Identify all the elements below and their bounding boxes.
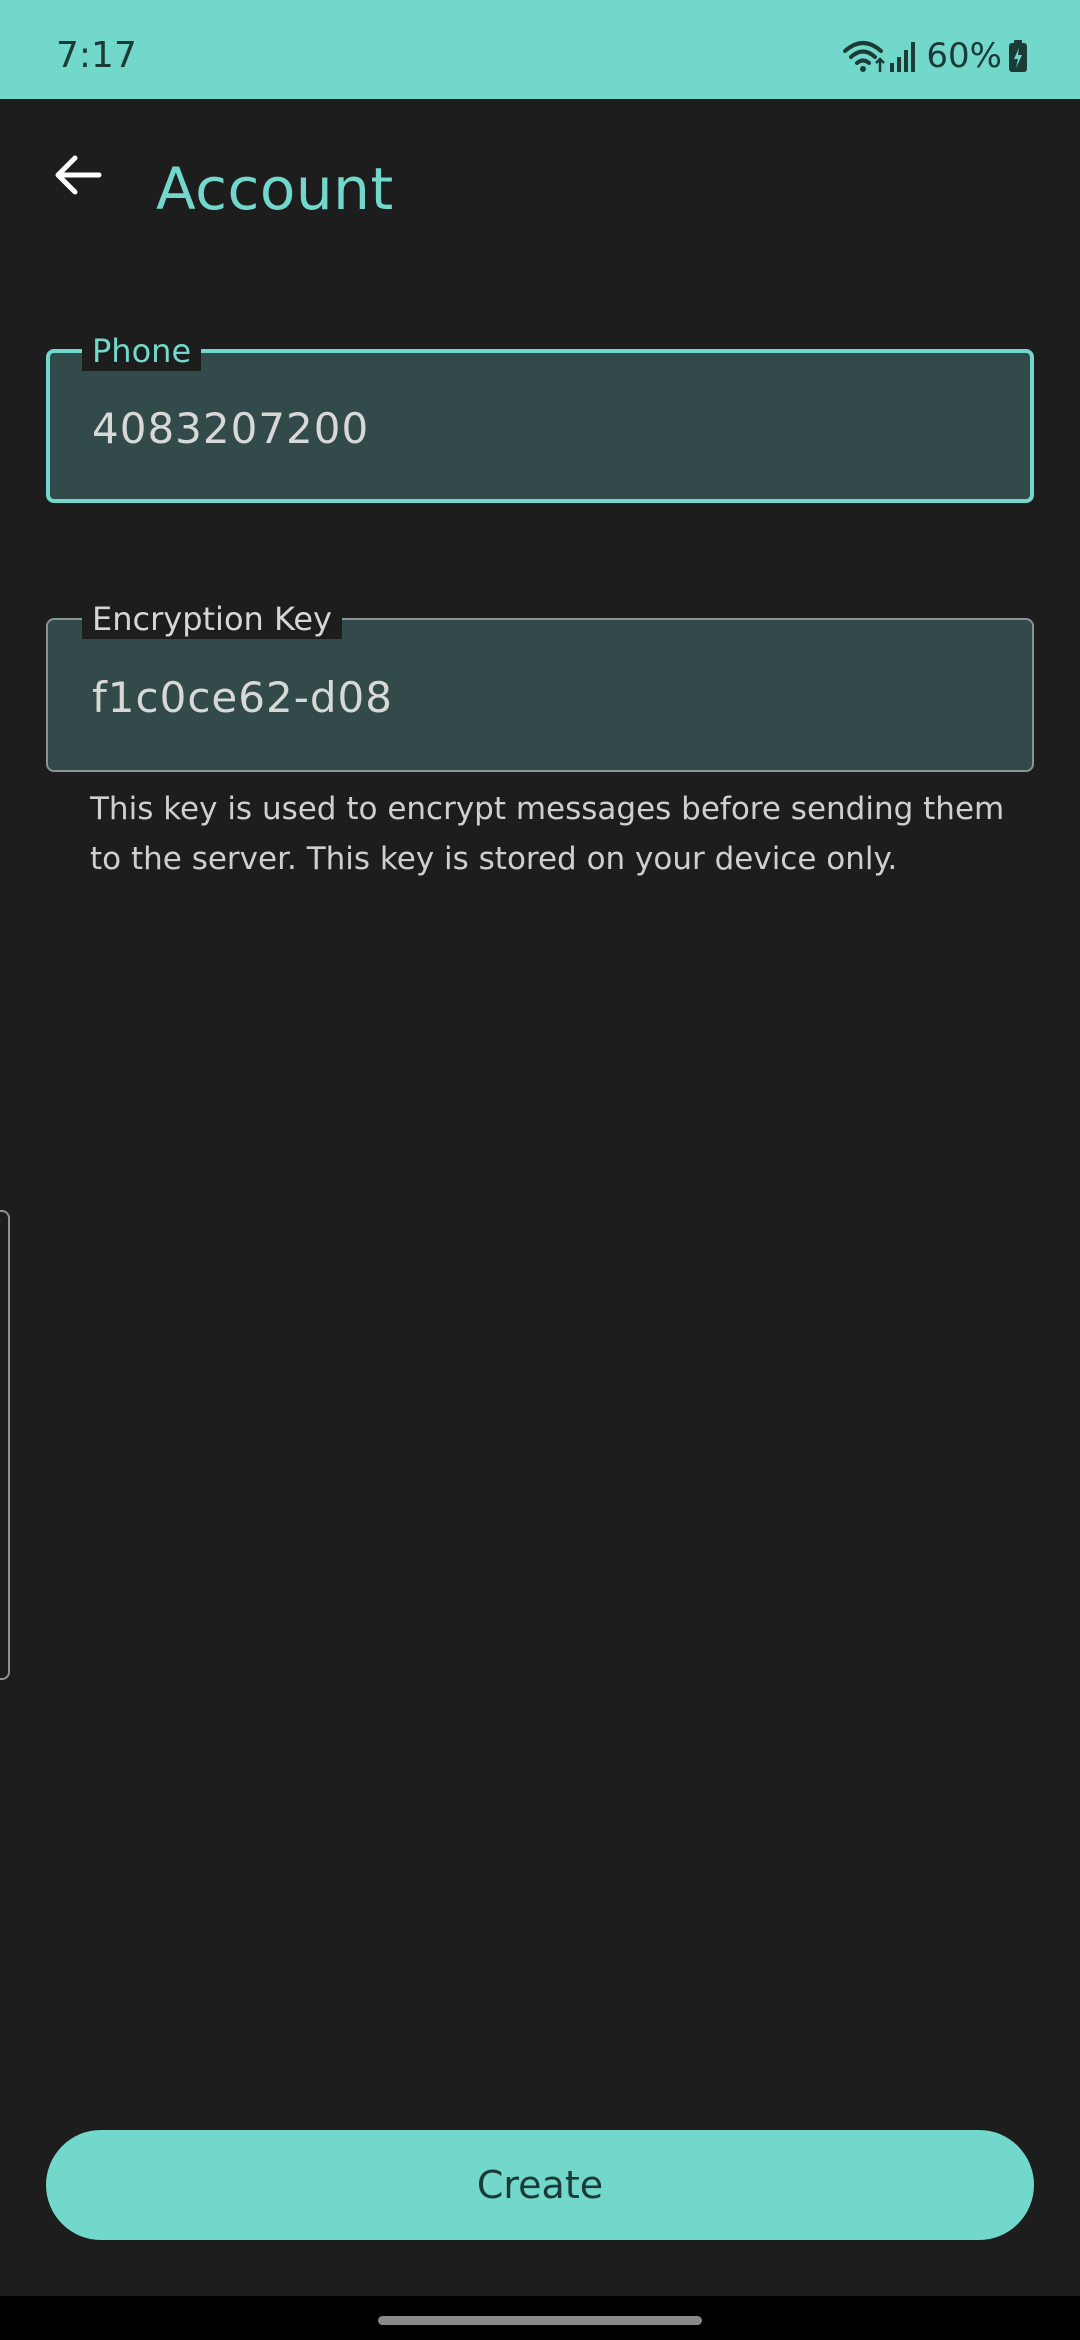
page-title: Account — [156, 155, 394, 223]
status-time: 7:17 — [56, 35, 137, 76]
wifi-icon — [842, 39, 888, 73]
back-button[interactable] — [42, 141, 114, 213]
encryption-key-label: Encryption Key — [82, 599, 342, 639]
home-gesture-handle[interactable] — [378, 2316, 702, 2325]
status-bar: 7:17 60% — [0, 0, 1080, 99]
navigation-bar — [0, 2296, 1080, 2340]
encryption-key-helper: This key is used to encrypt messages bef… — [90, 791, 1005, 877]
phone-field[interactable]: Phone — [46, 331, 1034, 503]
encryption-key-field[interactable]: Encryption Key — [46, 599, 1034, 772]
battery-icon — [1008, 39, 1028, 73]
app-bar: Account — [0, 99, 1080, 279]
encryption-key-input[interactable] — [90, 668, 1002, 728]
phone-input[interactable] — [90, 399, 1000, 459]
battery-percent: 60% — [926, 36, 1002, 76]
create-button[interactable]: Create — [46, 2130, 1034, 2240]
phone-label: Phone — [82, 331, 202, 371]
edge-panel-handle[interactable] — [0, 1210, 10, 1680]
signal-icon — [888, 39, 918, 73]
status-icons: 60% — [842, 36, 1028, 76]
arrow-left-icon — [53, 153, 103, 201]
